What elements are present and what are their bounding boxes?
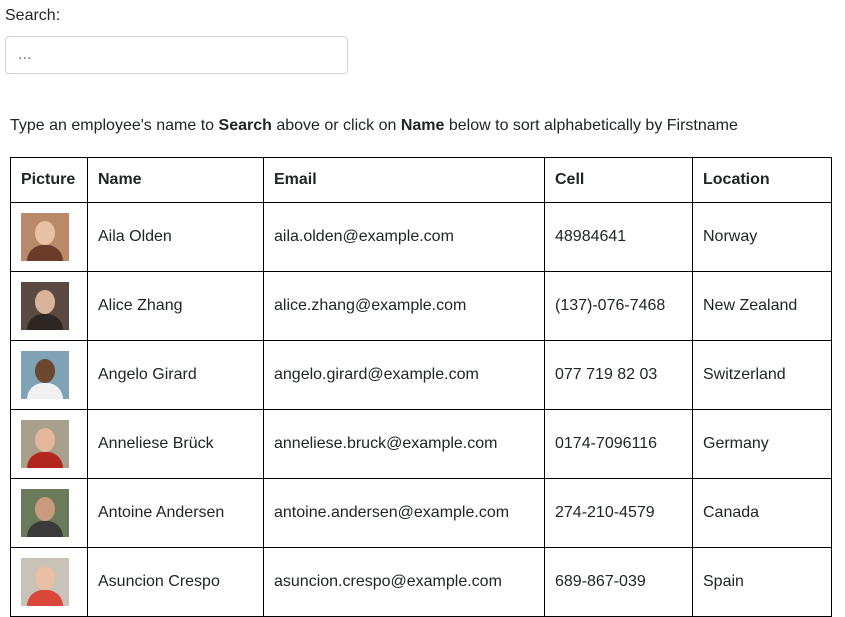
cell-location: Germany bbox=[692, 409, 832, 479]
employee-photo bbox=[21, 489, 69, 537]
cell-location: Canada bbox=[692, 478, 832, 548]
cell-picture bbox=[10, 478, 88, 548]
table-row: Anneliese Brück anneliese.bruck@example.c… bbox=[10, 409, 832, 479]
instructions-name-keyword: Name bbox=[400, 117, 445, 134]
cell-name: Aila Olden bbox=[87, 202, 264, 272]
cell-phone: 48984641 bbox=[544, 202, 693, 272]
header-email: Email bbox=[263, 157, 545, 203]
cell-email: angelo.girard@example.com bbox=[263, 340, 545, 410]
cell-location: Switzerland bbox=[692, 340, 832, 410]
instructions-part-2: above or click on bbox=[271, 117, 401, 134]
cell-email: antoine.andersen@example.com bbox=[263, 478, 545, 548]
cell-location: New Zealand bbox=[692, 271, 832, 341]
header-cell: Cell bbox=[544, 157, 693, 203]
instructions-part-3: below to sort alphabetically by Firstnam… bbox=[444, 117, 738, 134]
cell-picture bbox=[10, 271, 88, 341]
instructions-search-keyword: Search bbox=[218, 117, 272, 134]
header-name-sort[interactable]: Name bbox=[87, 157, 264, 203]
search-input[interactable] bbox=[5, 36, 348, 74]
table-row: Asuncion Crespo asuncion.crespo@example.c… bbox=[10, 547, 832, 617]
cell-name: Anneliese Brück bbox=[87, 409, 264, 479]
cell-email: anneliese.bruck@example.com bbox=[263, 409, 545, 479]
instructions-text: Type an employee's name to Search above … bbox=[10, 116, 738, 136]
cell-phone: 689-867-039 bbox=[544, 547, 693, 617]
cell-picture bbox=[10, 202, 88, 272]
cell-picture bbox=[10, 547, 88, 617]
employee-photo bbox=[21, 351, 69, 399]
header-location: Location bbox=[692, 157, 832, 203]
employee-photo bbox=[21, 558, 69, 606]
table-row: Alice Zhang alice.zhang@example.com (137)-… bbox=[10, 271, 832, 341]
cell-name: Alice Zhang bbox=[87, 271, 264, 341]
cell-location: Norway bbox=[692, 202, 832, 272]
table-row: Antoine Andersen antoine.andersen@example… bbox=[10, 478, 832, 548]
cell-name: Antoine Andersen bbox=[87, 478, 264, 548]
cell-phone: (137)-076-7468 bbox=[544, 271, 693, 341]
cell-name: Angelo Girard bbox=[87, 340, 264, 410]
employee-photo bbox=[21, 420, 69, 468]
employee-table-body: Aila Olden aila.olden@example.com 48984641… bbox=[10, 202, 832, 617]
cell-name: Asuncion Crespo bbox=[87, 547, 264, 617]
cell-picture bbox=[10, 340, 88, 410]
header-picture: Picture bbox=[10, 157, 88, 203]
employee-photo bbox=[21, 282, 69, 330]
cell-email: asuncion.crespo@example.com bbox=[263, 547, 545, 617]
cell-email: alice.zhang@example.com bbox=[263, 271, 545, 341]
cell-phone: 274-210-4579 bbox=[544, 478, 693, 548]
employee-table: Picture Name Email Cell Location Aila Ol… bbox=[10, 157, 832, 617]
table-row: Angelo Girard angelo.girard@example.com 07… bbox=[10, 340, 832, 410]
search-label: Search: bbox=[5, 7, 61, 24]
table-row: Aila Olden aila.olden@example.com 48984641… bbox=[10, 202, 832, 272]
instructions-part-1: Type an employee's name to bbox=[10, 117, 219, 134]
cell-picture bbox=[10, 409, 88, 479]
cell-phone: 077 719 82 03 bbox=[544, 340, 693, 410]
table-header-row: Picture Name Email Cell Location bbox=[10, 157, 832, 203]
cell-phone: 0174-7096116 bbox=[544, 409, 693, 479]
cell-email: aila.olden@example.com bbox=[263, 202, 545, 272]
cell-location: Spain bbox=[692, 547, 832, 617]
employee-photo bbox=[21, 213, 69, 261]
